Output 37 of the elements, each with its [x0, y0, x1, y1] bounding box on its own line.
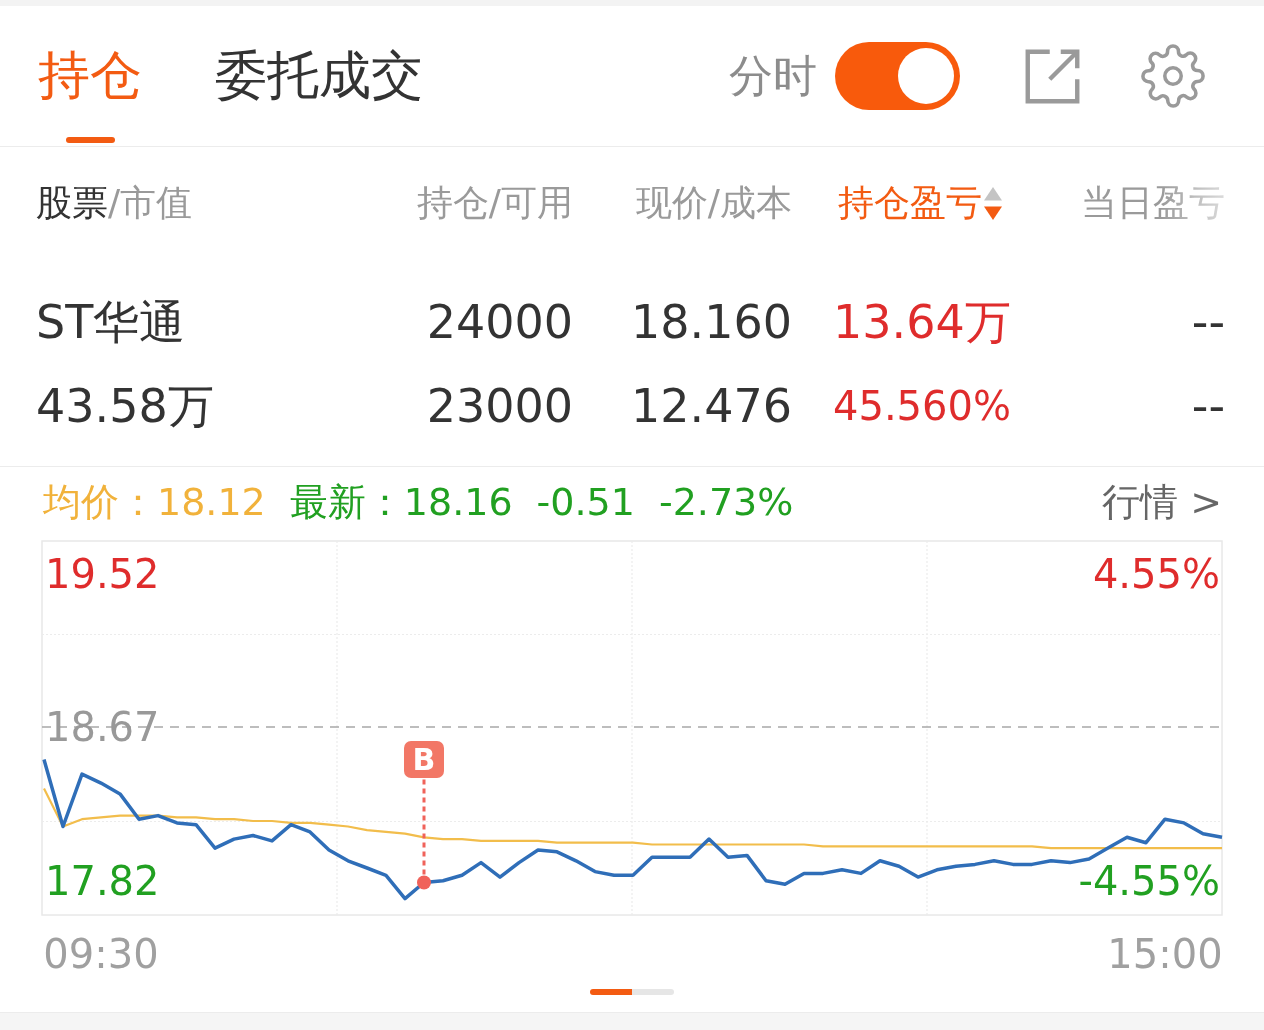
latest-price-value: 18.16	[403, 479, 513, 525]
column-header[interactable]: 当日盈亏	[1081, 181, 1225, 225]
position-quantity: 24000	[426, 294, 573, 350]
day-pnl: --	[1191, 294, 1225, 350]
average-price-label: 均价：	[43, 479, 157, 525]
sort-icon[interactable]	[984, 186, 1002, 220]
position-pnl: 13.64万	[833, 294, 1011, 350]
column-header[interactable]: 持仓盈亏	[838, 181, 982, 225]
day-pnl-ratio: --	[1191, 378, 1225, 434]
column-header[interactable]: 持仓/可用	[416, 181, 573, 225]
latest-price-label: 最新：	[289, 479, 404, 525]
cost-price: 12.476	[631, 378, 792, 434]
average-price-value: 18.12	[157, 479, 266, 525]
stock-name: ST华通	[36, 294, 186, 350]
available-quantity: 23000	[426, 378, 573, 434]
annotation: B	[412, 742, 436, 778]
change-axis-label: -4.55%	[1078, 857, 1220, 904]
tab[interactable]: 持仓	[38, 6, 142, 146]
price-axis-label: 19.52	[45, 550, 160, 597]
current-price: 18.160	[631, 294, 792, 350]
time-axis-label: 15:00	[1107, 931, 1223, 975]
change-axis-label: 4.55%	[1092, 550, 1220, 597]
column-header[interactable]: 现价/成本	[635, 181, 792, 225]
time-axis-label: 09:30	[43, 931, 159, 975]
external-link-icon[interactable]	[1025, 48, 1080, 104]
price-axis-label: 17.82	[45, 857, 160, 904]
price-axis-label: 18.67	[45, 704, 160, 751]
settings-icon[interactable]	[1141, 44, 1205, 108]
buy-marker-badge: B	[404, 741, 444, 778]
column-header[interactable]: 股票/市值	[36, 181, 193, 225]
price-change-percent: -2.73%	[658, 479, 794, 525]
tab[interactable]: 委托成交	[215, 6, 423, 146]
toggle-label: 分时	[729, 49, 817, 103]
position-pnl-ratio: 45.560%	[833, 382, 1011, 431]
market-quote-link[interactable]: 行情 >	[1102, 479, 1222, 525]
price-change-value: -0.51	[536, 479, 635, 525]
market-value: 43.58万	[36, 378, 214, 434]
